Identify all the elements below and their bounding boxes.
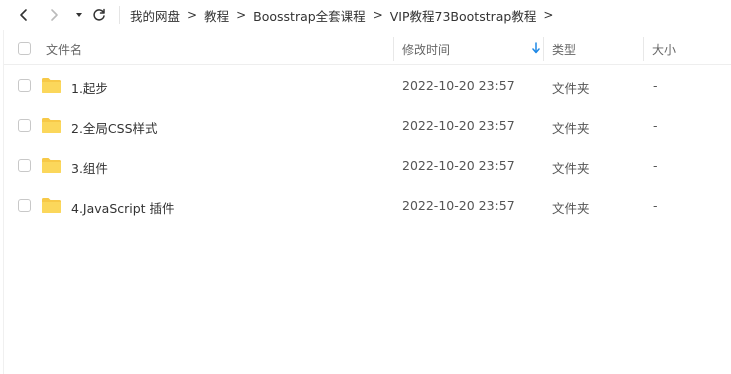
back-button[interactable] xyxy=(14,5,34,25)
breadcrumb-separator: > xyxy=(187,8,198,22)
navigation-toolbar: 我的网盘 > 教程 > Boosstrap全套课程 > VIP教程73Boots… xyxy=(0,0,731,30)
file-size: - xyxy=(653,198,658,213)
file-name[interactable]: 1.起步 xyxy=(71,78,108,97)
breadcrumb-item[interactable]: Boosstrap全套课程 xyxy=(253,6,366,25)
file-browser: 我的网盘 > 教程 > Boosstrap全套课程 > VIP教程73Boots… xyxy=(0,0,731,374)
table-row[interactable]: 2.全局CSS样式 2022-10-20 23:57 文件夹 - xyxy=(4,106,731,146)
column-divider[interactable] xyxy=(643,37,644,61)
file-size: - xyxy=(653,158,658,173)
column-header-name[interactable]: 文件名 xyxy=(46,41,82,58)
file-name[interactable]: 2.全局CSS样式 xyxy=(71,118,158,137)
chevron-left-icon xyxy=(20,9,27,21)
file-name[interactable]: 4.JavaScript 插件 xyxy=(71,198,175,217)
refresh-icon xyxy=(93,8,105,21)
modified-time: 2022-10-20 23:57 xyxy=(402,198,515,213)
column-divider[interactable] xyxy=(393,37,394,61)
breadcrumb-item[interactable]: 教程 xyxy=(204,6,229,25)
file-size: - xyxy=(653,78,658,93)
breadcrumb-item[interactable]: 我的网盘 xyxy=(130,6,180,25)
modified-time: 2022-10-20 23:57 xyxy=(402,78,515,93)
table-row[interactable]: 4.JavaScript 插件 2022-10-20 23:57 文件夹 - xyxy=(4,186,731,226)
toolbar-divider xyxy=(119,6,120,24)
table-header: 文件名 修改时间 类型 大小 xyxy=(4,33,731,65)
row-checkbox[interactable] xyxy=(18,79,31,92)
file-type: 文件夹 xyxy=(552,161,590,176)
breadcrumb-separator: > xyxy=(543,8,554,22)
history-dropdown-button[interactable] xyxy=(69,5,89,25)
folder-icon xyxy=(42,198,61,213)
file-type: 文件夹 xyxy=(552,81,590,96)
column-header-type[interactable]: 类型 xyxy=(552,41,576,58)
file-type: 文件夹 xyxy=(552,121,590,136)
row-checkbox[interactable] xyxy=(18,119,31,132)
breadcrumb-item[interactable]: VIP教程73Bootstrap教程 xyxy=(390,6,537,25)
modified-time: 2022-10-20 23:57 xyxy=(402,118,515,133)
table-row[interactable]: 1.起步 2022-10-20 23:57 文件夹 - xyxy=(4,66,731,106)
breadcrumb-separator: > xyxy=(372,8,383,22)
file-size: - xyxy=(653,118,658,133)
refresh-button[interactable] xyxy=(89,5,109,25)
folder-icon xyxy=(42,158,61,173)
select-all-checkbox[interactable] xyxy=(18,42,31,55)
row-checkbox[interactable] xyxy=(18,199,31,212)
folder-icon xyxy=(42,118,61,133)
file-name[interactable]: 3.组件 xyxy=(71,158,108,177)
arrow-down-icon[interactable] xyxy=(532,42,540,54)
file-type: 文件夹 xyxy=(552,201,590,216)
chevron-right-icon xyxy=(51,9,58,21)
caret-down-icon xyxy=(76,13,82,17)
column-header-size[interactable]: 大小 xyxy=(652,41,676,58)
column-header-modified[interactable]: 修改时间 xyxy=(402,41,450,58)
modified-time: 2022-10-20 23:57 xyxy=(402,158,515,173)
column-divider[interactable] xyxy=(543,37,544,61)
table-row[interactable]: 3.组件 2022-10-20 23:57 文件夹 - xyxy=(4,146,731,186)
forward-button[interactable] xyxy=(44,5,64,25)
folder-icon xyxy=(42,78,61,93)
breadcrumb: 我的网盘 > 教程 > Boosstrap全套课程 > VIP教程73Boots… xyxy=(130,0,560,30)
row-checkbox[interactable] xyxy=(18,159,31,172)
breadcrumb-separator: > xyxy=(236,8,247,22)
